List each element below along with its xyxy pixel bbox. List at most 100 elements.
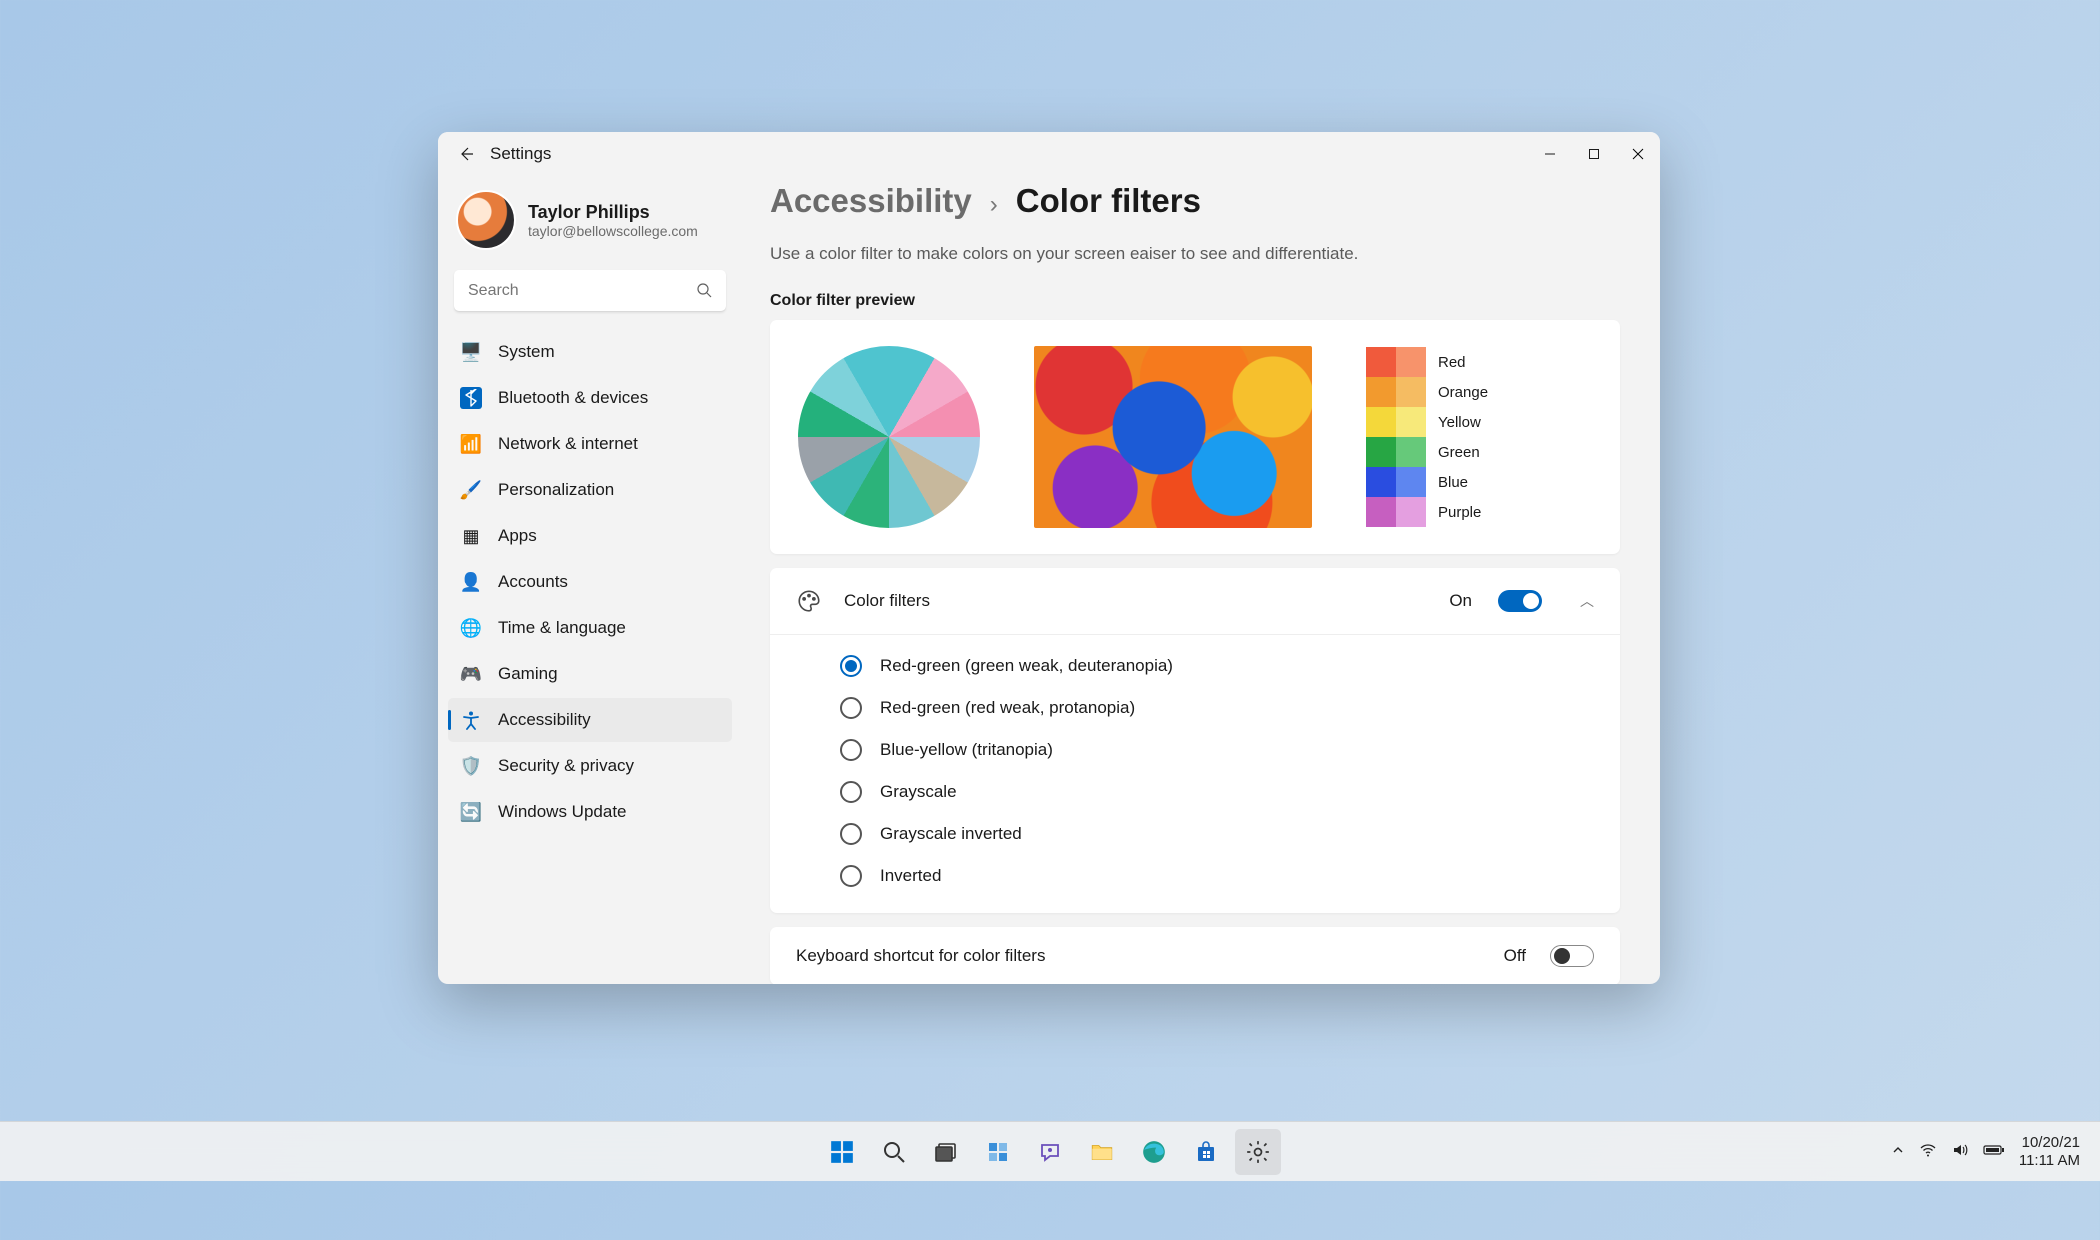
swatch-label: Blue (1438, 474, 1468, 491)
titlebar: Settings (438, 132, 1660, 176)
store-icon (1194, 1140, 1218, 1164)
sidebar-item-label: Apps (498, 526, 537, 546)
sidebar-item-accounts[interactable]: 👤Accounts (448, 560, 732, 604)
edge-icon (1141, 1139, 1167, 1165)
sidebar-item-label: Bluetooth & devices (498, 388, 648, 408)
sidebar-item-label: Windows Update (498, 802, 627, 822)
widgets-icon (986, 1140, 1010, 1164)
radio-icon (840, 781, 862, 803)
color-filter-option-label: Inverted (880, 866, 941, 886)
▦-icon: ▦ (460, 525, 482, 547)
color-filter-preview-card: RedOrangeYellowGreenBluePurple (770, 320, 1620, 554)
sidebar-item-system[interactable]: 🖥️System (448, 330, 732, 374)
color-filter-option-2[interactable]: Blue-yellow (tritanopia) (814, 729, 1620, 771)
profile-name: Taylor Phillips (528, 202, 698, 223)
minimize-button[interactable] (1528, 132, 1572, 176)
swatch-label: Yellow (1438, 414, 1481, 431)
swatch (1366, 407, 1396, 437)
close-button[interactable] (1616, 132, 1660, 176)
radio-icon (840, 823, 862, 845)
keyboard-shortcut-toggle[interactable] (1550, 945, 1594, 967)
color-filters-expander[interactable]: Color filters On ︿ (770, 568, 1620, 634)
chat-icon (1038, 1140, 1062, 1164)
file-explorer-button[interactable] (1079, 1129, 1125, 1175)
page-description: Use a color filter to make colors on you… (770, 244, 1620, 264)
swatch (1396, 467, 1426, 497)
keyboard-shortcut-status: Off (1504, 946, 1526, 966)
bluetooth-icon (460, 387, 482, 409)
windows-icon (829, 1139, 855, 1165)
sidebar-item-label: Personalization (498, 480, 614, 500)
search-box (454, 270, 726, 312)
edge-button[interactable] (1131, 1129, 1177, 1175)
swatch-label: Red (1438, 354, 1466, 371)
sidebar-item-security-privacy[interactable]: 🛡️Security & privacy (448, 744, 732, 788)
store-button[interactable] (1183, 1129, 1229, 1175)
taskview-button[interactable] (923, 1129, 969, 1175)
color-filter-option-4[interactable]: Grayscale inverted (814, 813, 1620, 855)
🖌️-icon: 🖌️ (460, 479, 482, 501)
search-button[interactable] (871, 1129, 917, 1175)
color-filter-options: Red-green (green weak, deuteranopia)Red-… (770, 634, 1620, 913)
color-filter-option-5[interactable]: Inverted (814, 855, 1620, 897)
sidebar-item-personalization[interactable]: 🖌️ Personalization (448, 468, 732, 512)
breadcrumb-parent[interactable]: Accessibility (770, 182, 972, 220)
maximize-button[interactable] (1572, 132, 1616, 176)
sidebar-item-label: Accounts (498, 572, 568, 592)
sidebar-item-gaming[interactable]: 🎮Gaming (448, 652, 732, 696)
swatch (1396, 437, 1426, 467)
breadcrumb: Accessibility › Color filters (770, 182, 1620, 220)
radio-icon (840, 865, 862, 887)
color-filter-option-label: Grayscale inverted (880, 824, 1022, 844)
main-content: Accessibility › Color filters Use a colo… (742, 176, 1660, 984)
swatch-row-blue: Blue (1366, 467, 1488, 497)
🎮-icon: 🎮 (460, 663, 482, 685)
taskbar-clock[interactable]: 10/20/21 11:11 AM (2019, 1134, 2080, 1170)
arrow-left-icon (458, 146, 474, 162)
color-filter-option-label: Grayscale (880, 782, 957, 802)
volume-icon[interactable] (1951, 1141, 1969, 1163)
swatch-row-purple: Purple (1366, 497, 1488, 527)
search-icon (696, 282, 712, 303)
color-filters-status: On (1449, 591, 1472, 611)
color-filter-option-0[interactable]: Red-green (green weak, deuteranopia) (814, 645, 1620, 687)
user-profile[interactable]: Taylor Phillips taylor@bellowscollege.co… (448, 184, 732, 266)
taskbar-pinned-apps (819, 1129, 1281, 1175)
start-button[interactable] (819, 1129, 865, 1175)
settings-taskbar-button[interactable] (1235, 1129, 1281, 1175)
swatch-pair (1366, 377, 1426, 407)
color-wheel-preview (798, 346, 980, 528)
taskbar-date: 10/20/21 (2019, 1134, 2080, 1152)
sidebar-item-label: Network & internet (498, 434, 638, 454)
swatch-pair (1366, 347, 1426, 377)
keyboard-shortcut-card: Keyboard shortcut for color filters Off (770, 927, 1620, 984)
widgets-button[interactable] (975, 1129, 1021, 1175)
swatch-pair (1366, 467, 1426, 497)
system-tray: 10/20/21 11:11 AM (1891, 1134, 2100, 1170)
swatch (1366, 347, 1396, 377)
battery-icon[interactable] (1983, 1143, 2005, 1161)
avatar (456, 190, 516, 250)
taskbar: 10/20/21 11:11 AM (0, 1121, 2100, 1181)
sidebar-item-accessibility[interactable]: Accessibility (448, 698, 732, 742)
sidebar-item-time-language[interactable]: 🌐 Time & language (448, 606, 732, 650)
🌐-icon: 🌐 (460, 617, 482, 639)
preview-heading: Color filter preview (770, 292, 1620, 310)
🔄-icon: 🔄 (460, 801, 482, 823)
sidebar-item-apps[interactable]: ▦ Apps (448, 514, 732, 558)
search-input[interactable] (454, 270, 726, 312)
🛡️-icon: 🛡️ (460, 755, 482, 777)
color-filter-option-1[interactable]: Red-green (red weak, protanopia) (814, 687, 1620, 729)
swatch-row-orange: Orange (1366, 377, 1488, 407)
back-button[interactable] (452, 140, 480, 168)
color-filter-option-3[interactable]: Grayscale (814, 771, 1620, 813)
sidebar-item-label: Time & language (498, 618, 626, 638)
sidebar-item-bluetooth-devices[interactable]: Bluetooth & devices (448, 376, 732, 420)
app-title: Settings (490, 144, 551, 164)
color-filters-toggle[interactable] (1498, 590, 1542, 612)
chat-button[interactable] (1027, 1129, 1073, 1175)
tray-overflow-button[interactable] (1891, 1143, 1905, 1161)
sidebar-item-windows-update[interactable]: 🔄 Windows Update (448, 790, 732, 834)
sidebar-item-network-internet[interactable]: 📶Network & internet (448, 422, 732, 466)
wifi-icon[interactable] (1919, 1141, 1937, 1163)
